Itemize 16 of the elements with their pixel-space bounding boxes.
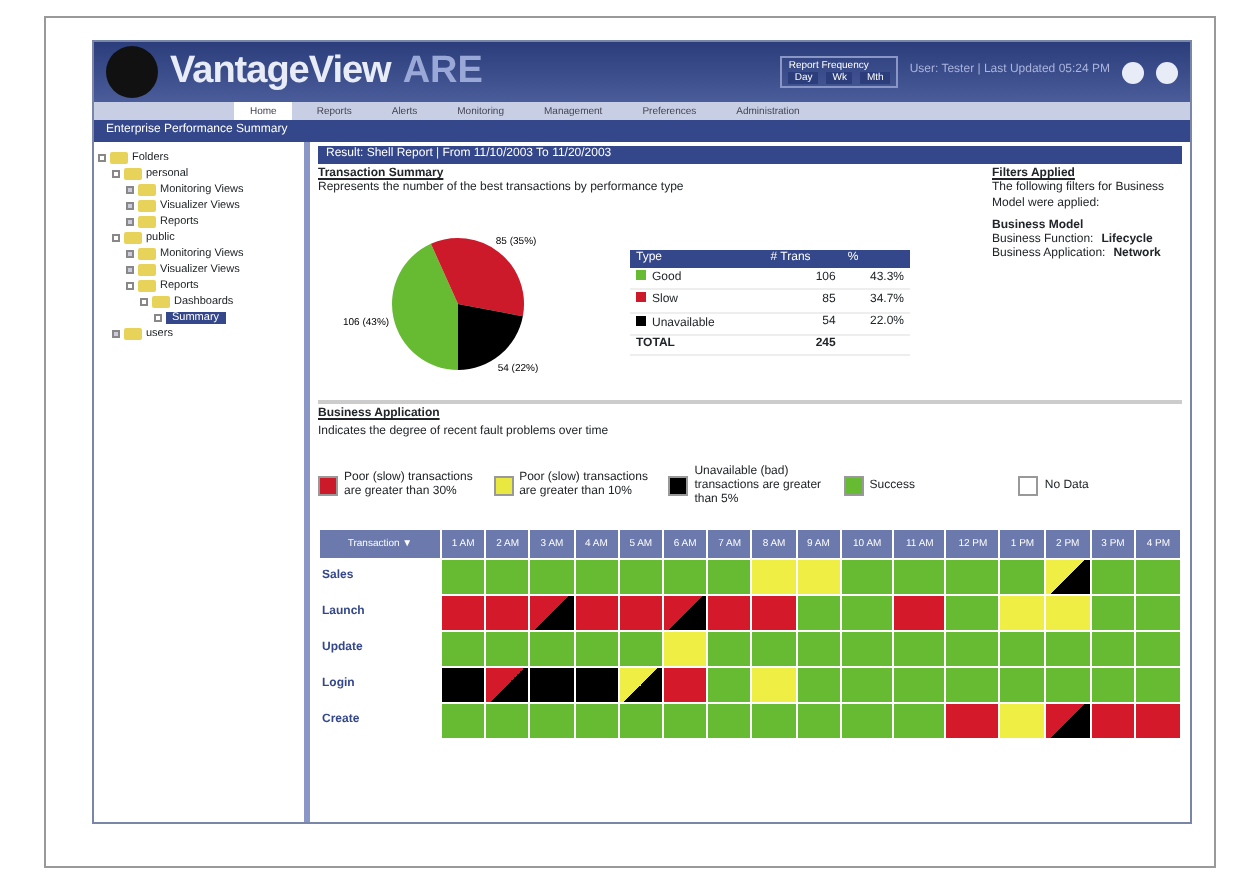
expander-icon[interactable] (126, 202, 134, 210)
expander-icon[interactable] (126, 218, 134, 226)
expander-icon[interactable] (112, 234, 120, 242)
expander-icon[interactable] (140, 298, 148, 306)
expander-icon[interactable] (126, 266, 134, 274)
product-name: ARE (402, 49, 483, 95)
logo-text: VantageView (170, 49, 391, 95)
expander-icon[interactable] (126, 282, 134, 290)
expander-icon[interactable] (112, 330, 120, 338)
folder-icon (124, 328, 142, 340)
expander-icon[interactable] (98, 154, 106, 162)
report-icon (154, 314, 162, 322)
expander-icon[interactable] (126, 250, 134, 258)
logo-icon (106, 46, 158, 98)
expander-icon[interactable] (126, 186, 134, 194)
expander-icon[interactable] (112, 170, 120, 178)
